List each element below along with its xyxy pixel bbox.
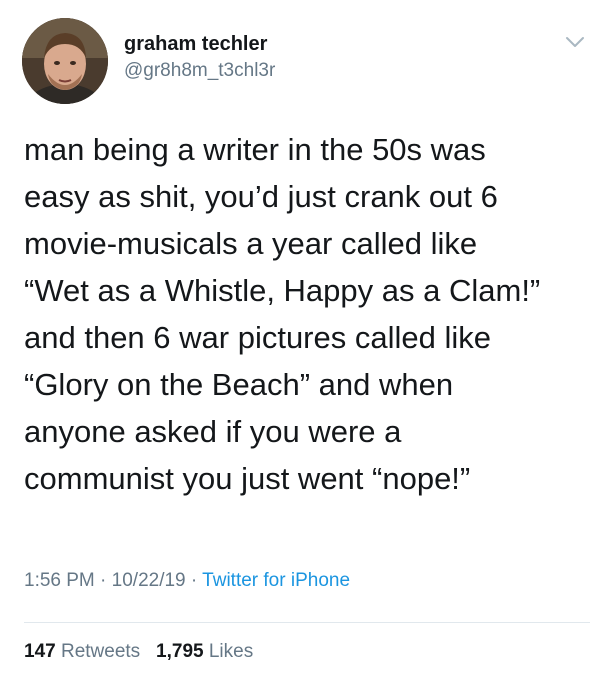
- chevron-down-icon[interactable]: [564, 34, 586, 50]
- tweet-text-line: communist you just went “nope!”: [24, 461, 471, 496]
- meta-separator: ·: [100, 570, 107, 591]
- divider: [24, 622, 590, 623]
- retweets-stat[interactable]: 147 Retweets: [24, 641, 140, 662]
- retweets-label: Retweets: [60, 641, 141, 662]
- tweet-stats: 147 Retweets 1,795 Likes: [24, 641, 253, 663]
- tweet-text-line: “Glory on the Beach” and when: [24, 367, 454, 402]
- tweet-text-line: anyone asked if you were a: [24, 414, 402, 449]
- tweet-text-line: movie-musicals a year called like: [24, 226, 478, 261]
- retweets-count: 147: [24, 641, 56, 662]
- likes-count: 1,795: [156, 641, 204, 662]
- tweet-date[interactable]: 10/22/19: [112, 570, 186, 591]
- avatar-photo: [22, 18, 108, 104]
- tweet-text-line: and then 6 war pictures called like: [24, 320, 491, 355]
- tweet-text-line: easy as shit, you’d just crank out 6: [24, 179, 498, 214]
- tweet-text-line: “Wet as a Whistle, Happy as a Clam!”: [24, 273, 541, 308]
- tweet-source-link[interactable]: Twitter for iPhone: [202, 570, 350, 591]
- tweet-time[interactable]: 1:56 PM: [24, 570, 95, 591]
- tweet-card: graham techler @gr8h8m_t3chl3r man being…: [0, 0, 613, 680]
- user-handle[interactable]: @gr8h8m_t3chl3r: [124, 60, 275, 82]
- tweet-meta: 1:56 PM · 10/22/19 · Twitter for iPhone: [24, 570, 350, 592]
- likes-stat[interactable]: 1,795 Likes: [156, 641, 253, 662]
- tweet-text-line: man being a writer in the 50s was: [24, 132, 486, 167]
- likes-label: Likes: [208, 641, 254, 662]
- avatar[interactable]: [22, 18, 108, 104]
- tweet-text: man being a writer in the 50s was easy a…: [24, 126, 599, 502]
- display-name[interactable]: graham techler: [124, 33, 267, 56]
- meta-separator: ·: [190, 570, 198, 591]
